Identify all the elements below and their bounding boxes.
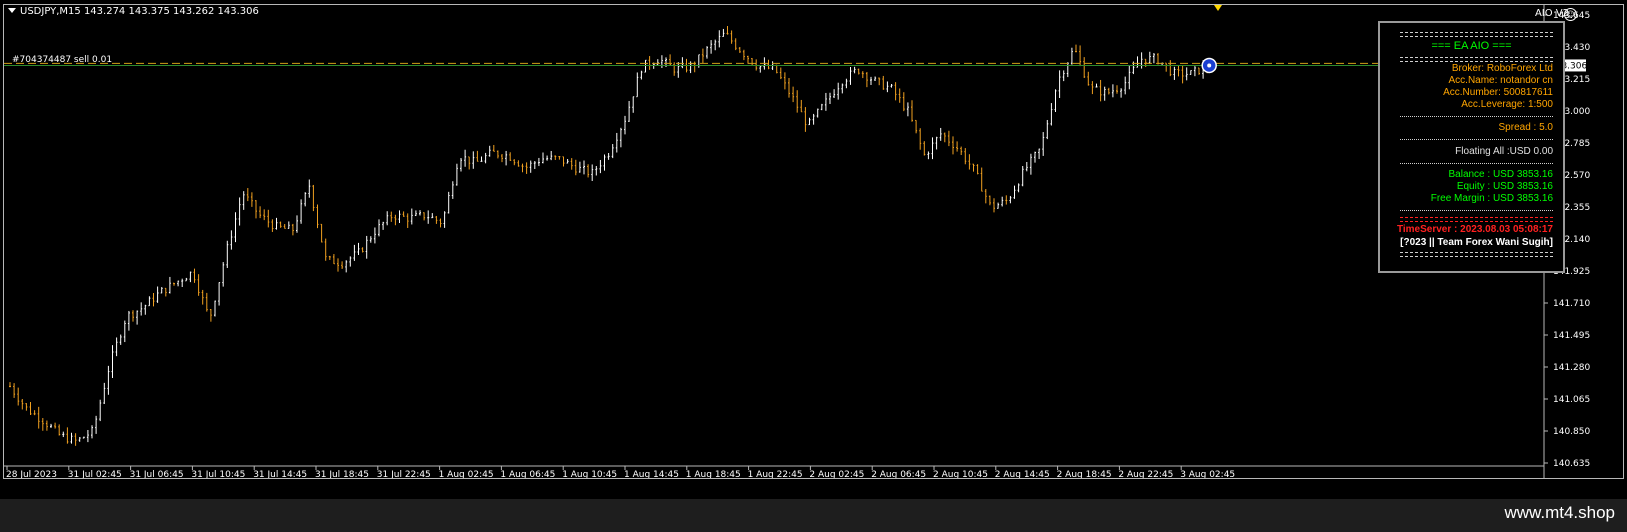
x-tick-label: 1 Aug 02:45 bbox=[439, 470, 494, 479]
panel-title: === EA AIO === bbox=[1431, 40, 1512, 52]
x-tick-label: 2 Aug 22:45 bbox=[1118, 470, 1173, 479]
x-tick-label: 1 Aug 10:45 bbox=[562, 470, 617, 479]
y-tick-label: 140.850 bbox=[1553, 427, 1590, 437]
x-tick-label: 1 Aug 06:45 bbox=[500, 470, 555, 479]
separator bbox=[1400, 57, 1553, 62]
symbol-header: USDJPY,M15 143.274 143.375 143.262 143.3… bbox=[8, 6, 259, 17]
y-tick-label: 140.635 bbox=[1553, 459, 1590, 469]
x-tick-label: 31 Jul 18:45 bbox=[315, 470, 369, 479]
x-tick-label: 3 Aug 02:45 bbox=[1180, 470, 1235, 479]
symbol-quote: USDJPY,M15 143.274 143.375 143.262 143.3… bbox=[20, 6, 259, 17]
x-tick-label: 1 Aug 14:45 bbox=[624, 470, 679, 479]
broker-row: Broker: RoboForex Ltd bbox=[1451, 63, 1553, 74]
x-tick-label: 31 Jul 06:45 bbox=[130, 470, 184, 479]
order-label: #704374487 sell 0.01 bbox=[12, 55, 113, 65]
dropdown-triangle-icon[interactable] bbox=[8, 8, 16, 13]
x-tick-label: 31 Jul 22:45 bbox=[377, 470, 431, 479]
watermark-text: www.mt4.shop bbox=[1504, 503, 1615, 522]
separator bbox=[1400, 139, 1553, 140]
x-tick-label: 2 Aug 18:45 bbox=[1057, 470, 1112, 479]
separator bbox=[1400, 210, 1553, 211]
x-tick-label: 31 Jul 10:45 bbox=[191, 470, 245, 479]
time-server-row: TimeServer : 2023.08.03 05:08:17 bbox=[1396, 224, 1553, 235]
x-tick-label: 1 Aug 18:45 bbox=[686, 470, 741, 479]
separator bbox=[1400, 252, 1553, 257]
y-tick-label: 141.065 bbox=[1553, 395, 1590, 405]
ea-info-panel: === EA AIO === Broker: RoboForex Ltd Acc… bbox=[1378, 21, 1565, 273]
x-tick-label: 31 Jul 02:45 bbox=[68, 470, 122, 479]
free-margin-row: Free Margin : USD 3853.16 bbox=[1430, 193, 1553, 204]
red-separator bbox=[1400, 217, 1553, 222]
floating-row: Floating All :USD 0.00 bbox=[1455, 146, 1553, 157]
x-tick-label: 2 Aug 06:45 bbox=[871, 470, 926, 479]
chart-window[interactable]: 143.645 143.430 143.215 143.000 142.785 142.5… bbox=[0, 0, 1627, 499]
y-tick-label: 141.280 bbox=[1553, 363, 1590, 373]
separator bbox=[1400, 32, 1553, 37]
x-tick-label: 1 Aug 22:45 bbox=[748, 470, 803, 479]
chart-shift-icon bbox=[1214, 5, 1222, 11]
separator bbox=[1400, 163, 1553, 164]
team-row: [?023 || Team Forex Wani Sugih] bbox=[1400, 237, 1553, 248]
spread-row: Spread : 5.0 bbox=[1498, 122, 1553, 133]
acc-number-row: Acc.Number: 500817611 bbox=[1443, 87, 1553, 98]
x-tick-label: 2 Aug 10:45 bbox=[933, 470, 988, 479]
x-tick-label: 2 Aug 02:45 bbox=[809, 470, 864, 479]
acc-leverage-row: Acc.Leverage: 1:500 bbox=[1461, 99, 1553, 110]
acc-name-row: Acc.Name: notandor cn bbox=[1448, 75, 1554, 86]
y-tick-label: 141.710 bbox=[1553, 299, 1590, 309]
smiley-icon: ☺ bbox=[1564, 8, 1577, 21]
balance-row: Balance : USD 3853.16 bbox=[1448, 169, 1553, 180]
equity-row: Equity : USD 3853.16 bbox=[1456, 181, 1553, 192]
x-tick-label: 28 Jul 2023 bbox=[6, 470, 57, 479]
y-tick-label: 141.495 bbox=[1553, 331, 1590, 341]
x-tick-label: 31 Jul 14:45 bbox=[253, 470, 307, 479]
order-marker-dot bbox=[1207, 63, 1212, 68]
x-tick-label: 2 Aug 14:45 bbox=[995, 470, 1050, 479]
separator bbox=[1400, 116, 1553, 117]
